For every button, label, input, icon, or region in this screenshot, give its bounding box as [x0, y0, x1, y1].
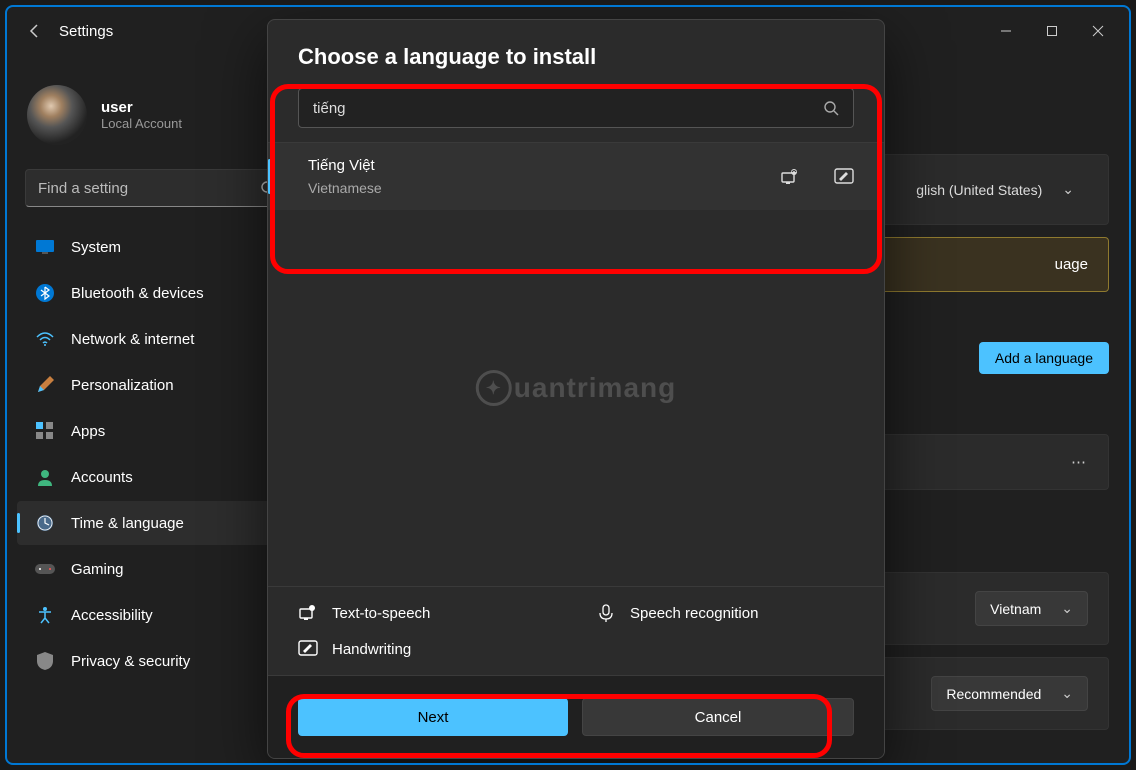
- handwriting-badge-icon: [834, 168, 854, 186]
- sidebar-item-label: Apps: [71, 423, 105, 440]
- sidebar-item-apps[interactable]: Apps: [17, 409, 297, 453]
- sidebar: user Local Account Find a setting System…: [7, 67, 307, 763]
- feature-label: Handwriting: [332, 641, 411, 658]
- system-icon: [35, 237, 55, 257]
- feature-label: Text-to-speech: [332, 605, 430, 622]
- language-result-item[interactable]: Tiếng Việt Vietnamese: [268, 143, 884, 210]
- personalization-icon: [35, 375, 55, 395]
- maximize-button[interactable]: [1029, 15, 1075, 47]
- sidebar-item-system[interactable]: System: [17, 225, 297, 269]
- sidebar-item-accounts[interactable]: Accounts: [17, 455, 297, 499]
- search-input[interactable]: Find a setting: [25, 169, 289, 207]
- sidebar-item-personalization[interactable]: Personalization: [17, 363, 297, 407]
- next-button[interactable]: Next: [298, 698, 568, 736]
- sidebar-item-network[interactable]: Network & internet: [17, 317, 297, 361]
- result-native-name: Tiếng Việt: [308, 157, 382, 174]
- mic-icon: [596, 603, 616, 623]
- tts-badge-icon: [780, 168, 800, 186]
- regional-value: Recommended: [946, 686, 1041, 702]
- accessibility-icon: [35, 605, 55, 625]
- search-icon: [823, 100, 839, 116]
- language-search-input[interactable]: tiếng: [298, 88, 854, 128]
- sidebar-item-label: Accounts: [71, 469, 133, 486]
- sidebar-item-label: System: [71, 239, 121, 256]
- chevron-down-icon: ⌄: [1061, 600, 1073, 617]
- user-block[interactable]: user Local Account: [7, 75, 307, 165]
- sidebar-item-label: Personalization: [71, 377, 174, 394]
- gaming-icon: [35, 559, 55, 579]
- feature-legend-row-2: Handwriting: [268, 639, 884, 675]
- user-name: user: [101, 99, 182, 116]
- result-english-name: Vietnamese: [308, 180, 382, 196]
- handwriting-icon: [298, 639, 318, 659]
- country-dropdown[interactable]: Vietnam ⌄: [975, 591, 1088, 626]
- sidebar-item-label: Gaming: [71, 561, 124, 578]
- sidebar-item-label: Accessibility: [71, 607, 153, 624]
- minimize-button[interactable]: [983, 15, 1029, 47]
- sidebar-item-label: Privacy & security: [71, 653, 190, 670]
- watermark-icon: ✦: [476, 370, 512, 406]
- regional-dropdown[interactable]: Recommended ⌄: [931, 676, 1088, 711]
- sidebar-item-label: Bluetooth & devices: [71, 285, 204, 302]
- warning-text: uage: [1055, 256, 1088, 273]
- app-title: Settings: [59, 23, 113, 40]
- cancel-button[interactable]: Cancel: [582, 698, 854, 736]
- sidebar-item-privacy[interactable]: Privacy & security: [17, 639, 297, 683]
- install-language-dialog: Choose a language to install tiếng Tiếng…: [267, 19, 885, 759]
- apps-icon: [35, 421, 55, 441]
- more-button[interactable]: ⋯: [1071, 453, 1088, 471]
- tts-icon: [298, 603, 318, 623]
- sidebar-item-time[interactable]: Time & language: [17, 501, 297, 545]
- dialog-footer: Next Cancel: [268, 675, 884, 758]
- chevron-down-icon: ⌄: [1062, 181, 1074, 198]
- bluetooth-icon: [35, 283, 55, 303]
- user-sub: Local Account: [101, 116, 182, 131]
- display-language-value: glish (United States): [916, 182, 1042, 198]
- sidebar-item-label: Network & internet: [71, 331, 194, 348]
- time-icon: [35, 513, 55, 533]
- add-language-button[interactable]: Add a language: [979, 342, 1109, 374]
- avatar: [27, 85, 87, 145]
- close-button[interactable]: [1075, 15, 1121, 47]
- display-language-dropdown[interactable]: glish (United States) ⌄: [902, 173, 1088, 206]
- sidebar-item-bluetooth[interactable]: Bluetooth & devices: [17, 271, 297, 315]
- search-value: tiếng: [313, 100, 346, 117]
- wifi-icon: [35, 329, 55, 349]
- search-placeholder: Find a setting: [38, 180, 128, 197]
- feature-label: Speech recognition: [630, 605, 758, 622]
- sidebar-item-accessibility[interactable]: Accessibility: [17, 593, 297, 637]
- feature-legend-row-1: Text-to-speech Speech recognition: [268, 587, 884, 639]
- accounts-icon: [35, 467, 55, 487]
- country-value: Vietnam: [990, 601, 1041, 617]
- back-button[interactable]: [15, 11, 55, 51]
- settings-window: Settings user Local Account Find a setti…: [5, 5, 1131, 765]
- sidebar-item-label: Time & language: [71, 515, 184, 532]
- sidebar-item-gaming[interactable]: Gaming: [17, 547, 297, 591]
- dialog-title: Choose a language to install: [268, 20, 884, 88]
- chevron-down-icon: ⌄: [1061, 685, 1073, 702]
- watermark: ✦ uantrimang: [476, 370, 676, 406]
- shield-icon: [35, 651, 55, 671]
